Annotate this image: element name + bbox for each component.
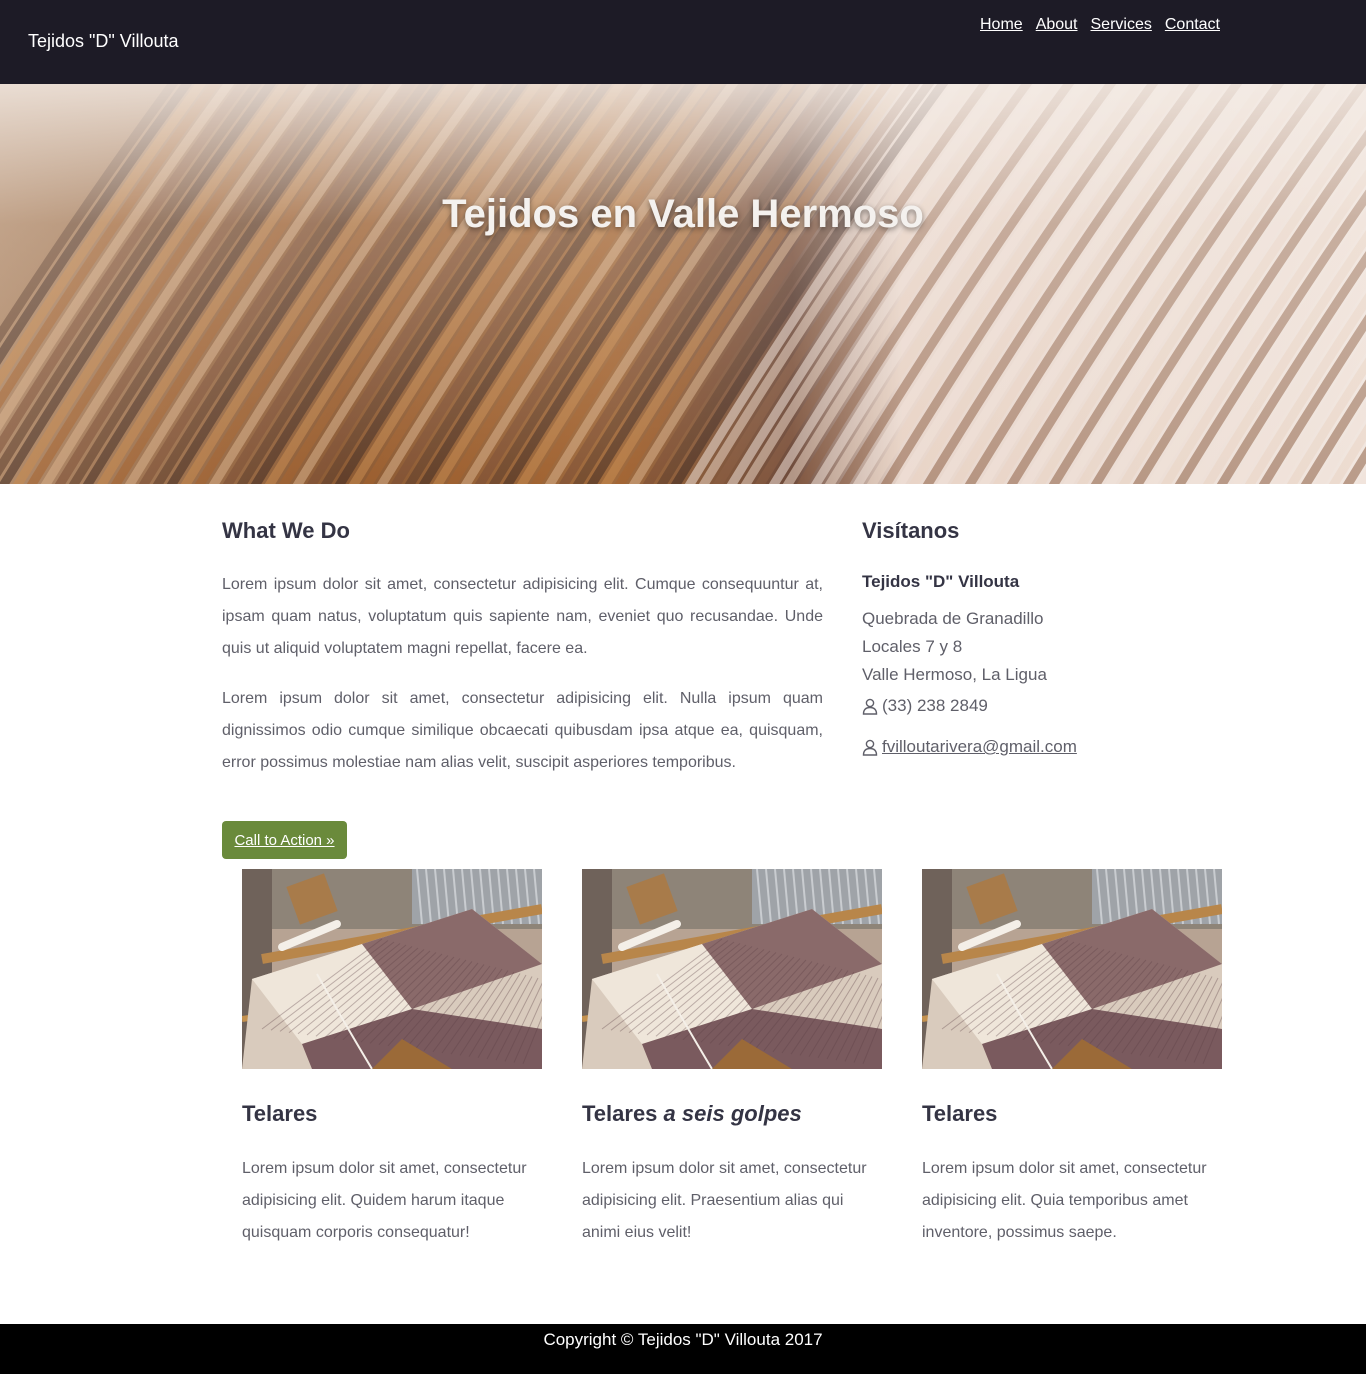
visit-heading: Visítanos [862, 518, 960, 543]
intro-paragraph-2: Lorem ipsum dolor sit amet, consectetur … [222, 690, 823, 771]
nav-link-services[interactable]: Services [1091, 16, 1152, 34]
loom-image [922, 869, 1222, 1069]
card-title: Telares [922, 1101, 998, 1126]
user-icon [862, 698, 878, 715]
card-telares-3: Telares Lorem ipsum dolor sit amet, cons… [922, 869, 1222, 1241]
intro-paragraph-1: Lorem ipsum dolor sit amet, consectetur … [222, 576, 823, 657]
main-nav: Home About Services Contact [980, 16, 1220, 34]
card-title: Telares [242, 1101, 318, 1126]
woven-fabric-image [0, 84, 1366, 484]
address-line-2: Locales 7 y 8 [862, 637, 963, 656]
nav-link-contact[interactable]: Contact [1165, 16, 1220, 34]
phone-row: (33) 238 2849 [862, 696, 988, 716]
address-line-1: Quebrada de Granadillo [862, 609, 1044, 628]
card-telares-1: Telares Lorem ipsum dolor sit amet, cons… [242, 869, 542, 1241]
hero-banner: Tejidos en Valle Hermoso [0, 84, 1366, 484]
phone-number: (33) 238 2849 [882, 696, 988, 715]
brand-name[interactable]: Tejidos "D" Villouta [28, 31, 179, 52]
footer: Copyright © Tejidos "D" Villouta 2017 [0, 1324, 1366, 1374]
loom-image [242, 869, 542, 1069]
what-we-do-heading: What We Do [222, 518, 350, 543]
loom-image [582, 869, 882, 1069]
email-row: fvilloutarivera@gmail.com [862, 737, 1077, 757]
nav-link-about[interactable]: About [1036, 16, 1078, 34]
business-name: Tejidos "D" Villouta [862, 572, 1020, 591]
copyright-text: Copyright © Tejidos "D" Villouta 2017 [543, 1330, 823, 1349]
nav-link-home[interactable]: Home [980, 16, 1023, 34]
navbar: Tejidos "D" Villouta Home About Services… [0, 0, 1366, 84]
address-line-3: Valle Hermoso, La Ligua [862, 665, 1047, 684]
card-telares-2: Telares a seis golpes Lorem ipsum dolor … [582, 869, 882, 1241]
email-link[interactable]: fvilloutarivera@gmail.com [882, 737, 1077, 757]
user-icon [862, 739, 878, 756]
card-title: Telares a seis golpes [582, 1101, 802, 1126]
call-to-action-button[interactable]: Call to Action » [222, 821, 347, 859]
card-text: Lorem ipsum dolor sit amet, consectetur … [242, 1160, 527, 1241]
hero-title: Tejidos en Valle Hermoso [442, 192, 924, 236]
card-text: Lorem ipsum dolor sit amet, consectetur … [922, 1160, 1207, 1241]
card-text: Lorem ipsum dolor sit amet, consectetur … [582, 1160, 867, 1241]
